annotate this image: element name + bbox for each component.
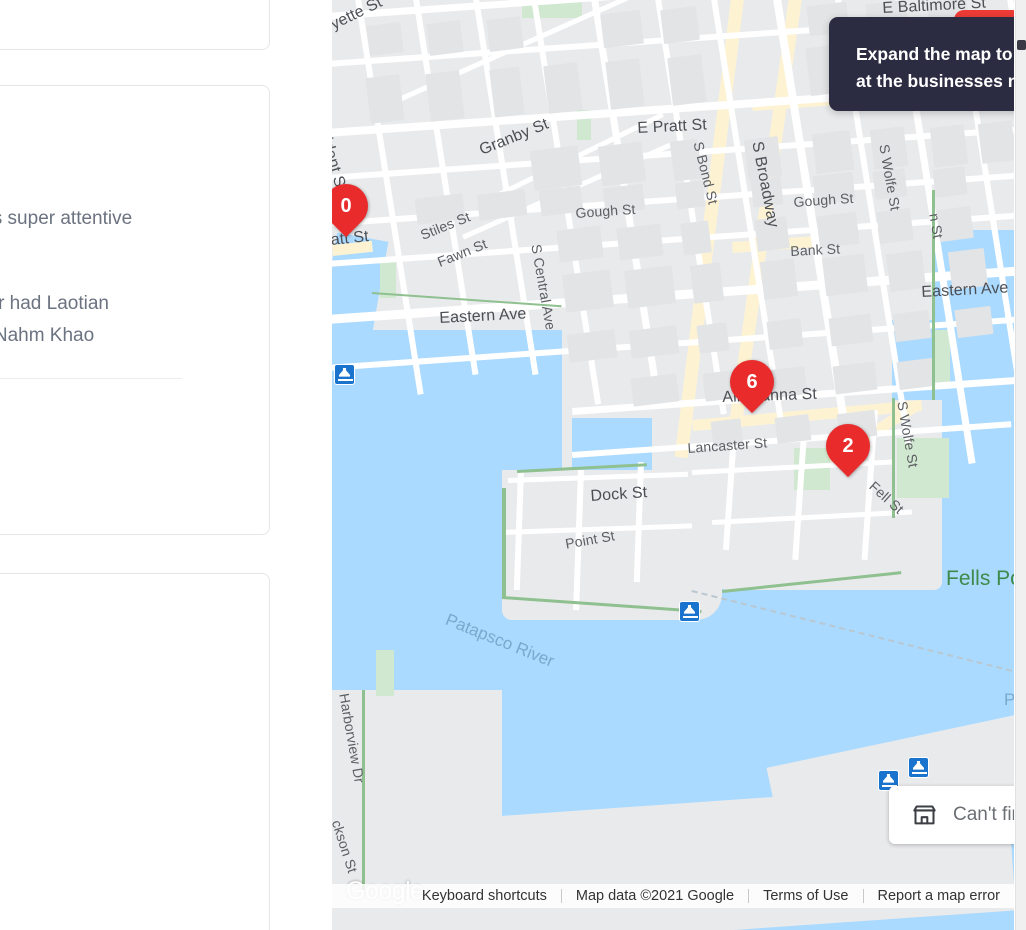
scrollbar-thumb[interactable] [1017,40,1026,50]
map-container[interactable]: yette St E Baltimore St Granby St E Pratt S… [332,0,1014,930]
map-pin-label: 2 [842,435,854,457]
water-label: Pa [1004,690,1014,709]
map-pin[interactable]: 6 [720,350,784,414]
street-label: E Pratt St [637,116,708,137]
add-business-prompt: Can't find the business? [953,804,1014,825]
map-pin-label: 0 [340,195,352,217]
map-pin[interactable]: 2 [816,414,880,478]
search-results-panel: f is super attentive ver had Laotian e N… [0,0,270,930]
area-label: Fells Po [946,567,1014,590]
terms-of-use-link[interactable]: Terms of Use [749,888,862,904]
result-card[interactable] [0,0,270,50]
keyboard-shortcuts-link[interactable]: Keyboard shortcuts [408,888,561,904]
storefront-icon [911,802,938,829]
coachmark-message: Expand the map to get a better look at t… [856,44,1014,91]
transit-ferry-icon[interactable] [334,364,355,385]
card-divider [0,378,182,379]
map-attribution-bar: Keyboard shortcuts Map data ©2021 Google… [332,884,1014,908]
map-canvas[interactable]: yette St E Baltimore St Granby St E Pratt S… [332,0,1014,930]
page-scrollbar[interactable] [1015,0,1026,930]
review-snippet: e Nahm Khao [0,325,95,346]
map-pin-label: 6 [746,371,758,393]
review-snippet: ver had Laotian [0,293,109,314]
map-data-credit: Map data ©2021 Google [575,888,735,904]
app-root: f is super attentive ver had Laotian e N… [0,0,1026,930]
report-map-error-link[interactable]: Report a map error [864,888,1015,904]
street-label: Bank St [790,240,841,259]
review-snippet: f is super attentive [0,208,133,229]
expand-map-coachmark: Expand the map to get a better look at t… [829,17,1014,111]
add-business-banner[interactable]: Can't find the business? Add it here [889,786,1014,844]
transit-ferry-icon[interactable] [679,601,700,622]
transit-ferry-icon[interactable] [908,757,929,778]
result-card[interactable] [0,573,270,930]
